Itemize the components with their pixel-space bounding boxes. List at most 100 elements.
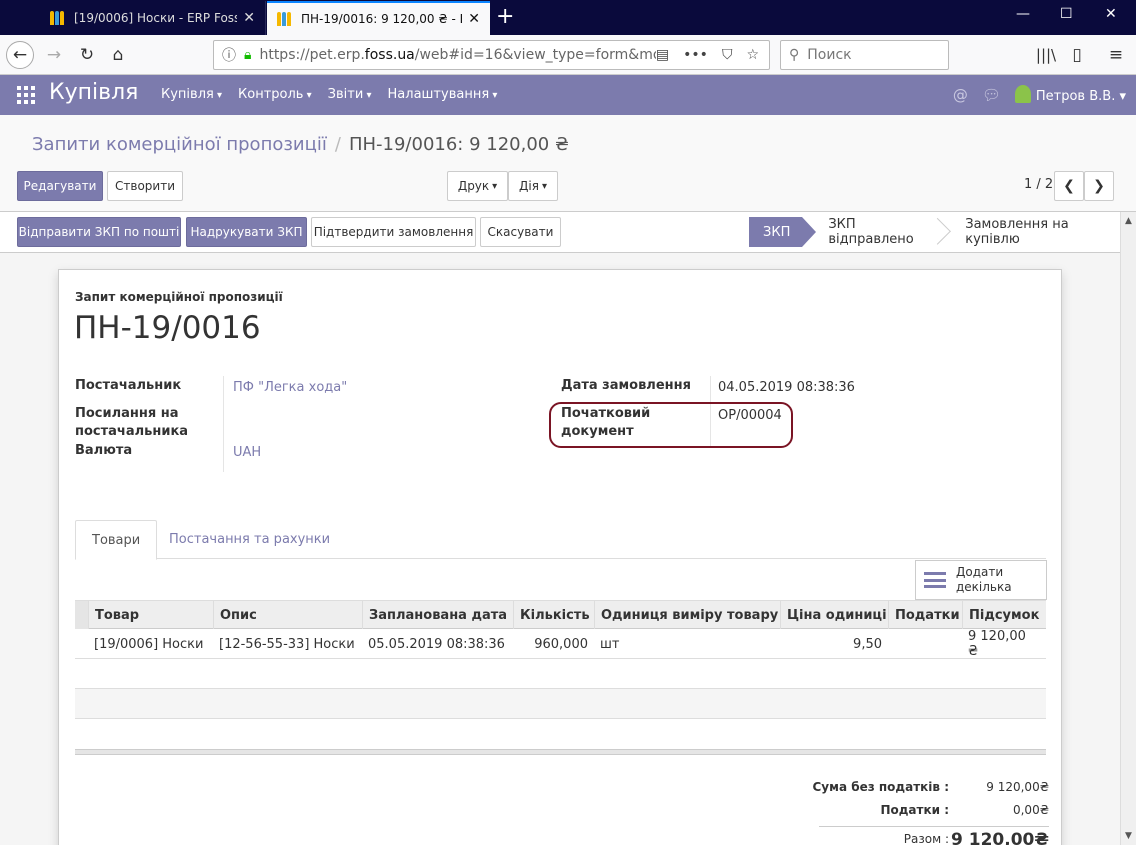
browser-tab-title: [19/0006] Носки - ERP Foss [74, 11, 238, 25]
column-quantity[interactable]: Кількість [513, 601, 594, 629]
tab-products[interactable]: Товари [75, 520, 158, 560]
send-rfq-email-button[interactable]: Відправити ЗКП по пошті [17, 217, 181, 247]
cell-product: [19/0006] Носки [94, 636, 204, 652]
search-input[interactable]: ⚲ Поиск [780, 40, 949, 70]
breadcrumb-current: ПН-19/0016: 9 120,00 ₴ [348, 134, 569, 155]
menu-purchase[interactable]: Купівля [161, 87, 222, 102]
table-footer [75, 749, 1046, 755]
pager-next-icon[interactable]: ❯ [1084, 171, 1114, 201]
menu-settings[interactable]: Налаштування [388, 87, 498, 102]
apps-grid-icon[interactable] [17, 86, 35, 104]
back-arrow-icon[interactable]: ← [6, 41, 34, 69]
document-type: Запит комерційної пропозиції [75, 290, 283, 304]
untaxed-amount-value: 9 120,00₴ [986, 780, 1049, 794]
url-bar[interactable]: ⓘ 🔒︎ https://pet.erp.foss.ua/web#id=16&v… [213, 40, 770, 70]
column-description[interactable]: Опис [213, 601, 362, 629]
odoo-favicon-icon [50, 11, 66, 25]
pager-prev-icon[interactable]: ❮ [1054, 171, 1084, 201]
app-topbar: Купівля Купівля Контроль Звіти Налаштува… [0, 75, 1136, 115]
browser-tab-inactive[interactable]: [19/0006] Носки - ERP Foss ✕ [40, 1, 266, 35]
scroll-down-icon[interactable]: ▼ [1125, 831, 1132, 841]
total-amount-value: 9 120,00₴ [951, 830, 1049, 845]
form-sheet: Запит комерційної пропозиції ПН-19/0016 … [58, 269, 1062, 845]
home-icon[interactable]: ⌂ [104, 41, 132, 69]
hamburger-menu-icon[interactable]: ≡ [1102, 41, 1130, 69]
cell-taxes [888, 629, 962, 659]
minimize-icon[interactable]: — [1016, 6, 1030, 22]
stage-rfq[interactable]: ЗКП [749, 217, 817, 247]
mention-icon[interactable]: @ [953, 86, 968, 104]
form-content: Запит комерційної пропозиції ПН-19/0016 … [0, 253, 1120, 845]
create-button[interactable]: Створити [107, 171, 183, 201]
pager-value: 1 / 2 [1024, 177, 1054, 192]
currency-value[interactable]: UAH [233, 444, 261, 462]
forward-arrow-icon[interactable]: → [40, 41, 68, 69]
tab-deliveries-invoices[interactable]: Постачання та рахунки [153, 520, 346, 559]
vendor-value[interactable]: ПФ "Легка хода" [233, 379, 347, 397]
stage-purchase-order[interactable]: Замовлення на купівлю [943, 217, 1120, 247]
close-window-icon[interactable]: ✕ [1105, 6, 1117, 22]
page-scrollbar[interactable]: ▲ ▼ [1120, 212, 1136, 845]
status-stages: ЗКП ЗКП відправлено Замовлення на купівл… [749, 217, 1120, 247]
scroll-up-icon[interactable]: ▲ [1125, 216, 1132, 226]
vendor-reference-label: Посилання на постачальника [75, 406, 189, 439]
table-row[interactable]: [19/0006] Носки [12-56-55-33] Носки 05.0… [75, 629, 1046, 659]
column-subtotal[interactable]: Підсумок [962, 601, 1046, 629]
reload-icon[interactable]: ↻ [73, 41, 101, 69]
cell-uom: шт [600, 636, 620, 652]
notebook-tabs: Товари Постачання та рахунки [75, 520, 1046, 560]
browser-tab-title: ПН-19/0016: 9 120,00 ₴ - ERP Fo [301, 12, 462, 26]
edit-button[interactable]: Редагувати [17, 171, 103, 201]
taxes-amount-label: Податки : [880, 803, 949, 817]
table-header: Товар Опис Запланована дата Кількість Од… [75, 600, 1046, 629]
pocket-icon[interactable]: ⛉ [722, 47, 733, 63]
cell-description: [12-56-55-33] Носки [219, 636, 355, 652]
menu-reports[interactable]: Звіти [328, 87, 372, 102]
add-multiple-button[interactable]: Додати декілька [915, 560, 1047, 600]
print-dropdown[interactable]: Друк [447, 171, 508, 201]
breadcrumb-parent[interactable]: Запити комерційної пропозиції [32, 134, 327, 155]
column-product[interactable]: Товар [88, 601, 213, 629]
url-text[interactable]: https://pet.erp.foss.ua/web#id=16&view_t… [259, 47, 655, 63]
handle-column [75, 601, 88, 629]
cell-quantity: 960,000 [534, 636, 588, 652]
total-amount-label: Разом : [903, 832, 949, 845]
cell-scheduled-date: 05.05.2019 08:38:36 [368, 636, 505, 652]
close-tab-icon[interactable]: ✕ [243, 10, 255, 26]
sidebar-icon[interactable]: ▯ [1063, 41, 1091, 69]
print-rfq-button[interactable]: Надрукувати ЗКП [186, 217, 307, 247]
cell-unit-price: 9,50 [853, 636, 882, 652]
avatar [1014, 85, 1031, 103]
close-tab-icon[interactable]: ✕ [468, 11, 480, 27]
empty-row [75, 689, 1046, 719]
cancel-button[interactable]: Скасувати [480, 217, 561, 247]
reader-view-icon[interactable]: ▤ [656, 47, 669, 63]
currency-label: Валюта [75, 443, 133, 458]
menu-control[interactable]: Контроль [238, 87, 312, 102]
totals-block: Сума без податків : 9 120,00₴ Податки : … [759, 780, 1049, 845]
confirm-order-button[interactable]: Підтвердити замовлення [311, 217, 476, 247]
bookmark-star-icon[interactable]: ☆ [746, 47, 759, 63]
order-lines-table: Товар Опис Запланована дата Кількість Од… [75, 600, 1046, 755]
document-name: ПН-19/0016 [74, 310, 261, 346]
action-dropdown[interactable]: Дія [508, 171, 558, 201]
info-icon[interactable]: ⓘ [222, 45, 236, 65]
user-name: Петров В.В. [1035, 89, 1116, 104]
more-actions-icon[interactable]: ••• [683, 47, 708, 63]
browser-tab-active[interactable]: ПН-19/0016: 9 120,00 ₴ - ERP Fo ✕ [267, 1, 490, 35]
column-scheduled-date[interactable]: Запланована дата [362, 601, 513, 629]
maximize-icon[interactable]: ☐ [1060, 6, 1073, 22]
column-unit-price[interactable]: Ціна одиниці [780, 601, 888, 629]
add-multiple-label: Додати декілька [956, 565, 1012, 594]
stage-rfq-sent[interactable]: ЗКП відправлено [802, 217, 943, 247]
library-icon[interactable]: |||\ [1032, 41, 1060, 69]
form-statusbar: Відправити ЗКП по пошті Надрукувати ЗКП … [0, 212, 1120, 253]
new-tab-icon[interactable]: + [496, 4, 514, 29]
chat-icon[interactable]: 💬︎ [982, 86, 1001, 104]
lock-icon: 🔒︎ [244, 47, 252, 63]
column-uom[interactable]: Одиниця виміру товару [594, 601, 780, 629]
taxes-amount-value: 0,00₴ [1012, 803, 1049, 817]
column-taxes[interactable]: Податки [888, 601, 962, 629]
order-date-label: Дата замовлення [561, 378, 691, 393]
user-menu[interactable]: Петров В.В. ▾ [1014, 85, 1126, 104]
